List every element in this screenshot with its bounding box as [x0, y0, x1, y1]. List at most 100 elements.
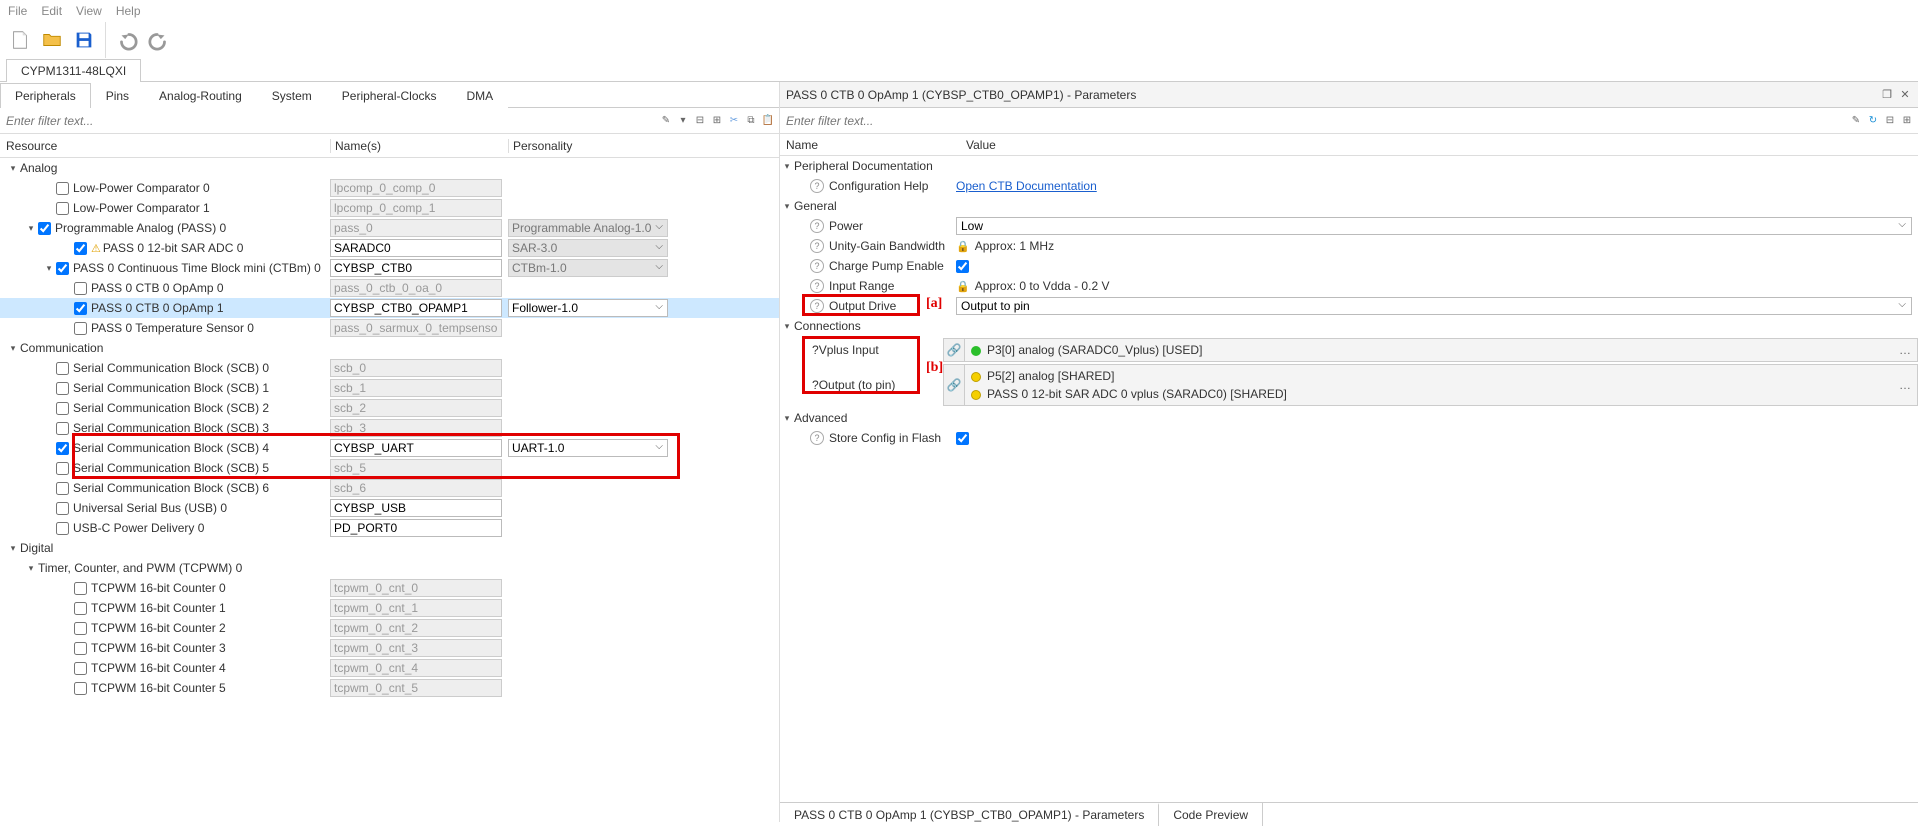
disclosure-icon[interactable]: ▾ — [42, 261, 56, 275]
tree-item[interactable]: Serial Communication Block (SCB) 3 — [0, 418, 779, 438]
paste-icon[interactable]: 📋 — [761, 114, 775, 128]
disclosure-icon[interactable]: ▾ — [24, 561, 38, 575]
tree-item[interactable]: PASS 0 Temperature Sensor 0 — [0, 318, 779, 338]
tab-analog-routing[interactable]: Analog-Routing — [144, 83, 257, 108]
enable-checkbox[interactable] — [74, 282, 87, 295]
clear-filter-icon[interactable]: ✎ — [659, 114, 673, 128]
clear-param-filter-icon[interactable]: ✎ — [1849, 114, 1863, 128]
tree-item[interactable]: Serial Communication Block (SCB) 5 — [0, 458, 779, 478]
tree-item[interactable]: Low-Power Comparator 0 — [0, 178, 779, 198]
bottom-tab-code-preview[interactable]: Code Preview — [1159, 803, 1263, 826]
param-filter-input[interactable] — [780, 110, 1845, 132]
tree-item[interactable]: Serial Communication Block (SCB) 2 — [0, 398, 779, 418]
tree-item[interactable]: TCPWM 16-bit Counter 3 — [0, 638, 779, 658]
tree-item[interactable]: TCPWM 16-bit Counter 4 — [0, 658, 779, 678]
resource-name-input[interactable] — [330, 439, 502, 457]
enable-checkbox[interactable] — [56, 402, 69, 415]
help-icon[interactable]: ? — [810, 179, 824, 193]
copy-icon[interactable]: ⧉ — [744, 114, 758, 128]
tree-item[interactable]: PASS 0 CTB 0 OpAmp 1 — [0, 298, 779, 318]
tree-item[interactable]: TCPWM 16-bit Counter 1 — [0, 598, 779, 618]
close-panel-icon[interactable]: ✕ — [1898, 88, 1912, 102]
tab-system[interactable]: System — [257, 83, 327, 108]
tree-item[interactable]: ▾Programmable Analog (PASS) 0 — [0, 218, 779, 238]
disclosure-icon[interactable]: ▾ — [6, 341, 20, 355]
connection-value[interactable]: P3[0] analog (SARADC0_Vplus) [USED]… — [965, 338, 1918, 362]
personality-select[interactable] — [508, 299, 668, 317]
param-group[interactable]: ▾Advanced — [780, 408, 1918, 428]
tree-group[interactable]: ▾Timer, Counter, and PWM (TCPWM) 0 — [0, 558, 779, 578]
more-icon[interactable]: … — [1899, 343, 1911, 357]
link-icon[interactable]: 🔗 — [947, 378, 962, 392]
tree-item[interactable]: Serial Communication Block (SCB) 0 — [0, 358, 779, 378]
open-folder-icon[interactable] — [38, 26, 66, 54]
enable-checkbox[interactable] — [74, 682, 87, 695]
enable-checkbox[interactable] — [56, 202, 69, 215]
doc-link[interactable]: Open CTB Documentation — [956, 179, 1097, 193]
param-group[interactable]: ▾General — [780, 196, 1918, 216]
help-icon[interactable]: ? — [810, 431, 824, 445]
disclosure-icon[interactable]: ▾ — [780, 413, 794, 424]
tree-item[interactable]: Serial Communication Block (SCB) 1 — [0, 378, 779, 398]
param-checkbox[interactable] — [956, 260, 969, 273]
tab-peripheral-clocks[interactable]: Peripheral-Clocks — [327, 83, 452, 108]
disclosure-icon[interactable]: ▾ — [780, 201, 794, 212]
help-icon[interactable]: ? — [812, 378, 819, 392]
enable-checkbox[interactable] — [56, 482, 69, 495]
param-checkbox[interactable] — [956, 432, 969, 445]
tree-item[interactable]: Serial Communication Block (SCB) 6 — [0, 478, 779, 498]
tree-group[interactable]: ▾Digital — [0, 538, 779, 558]
resource-filter-input[interactable] — [0, 110, 655, 132]
enable-checkbox[interactable] — [56, 462, 69, 475]
menu-help[interactable]: Help — [116, 4, 141, 18]
tree-item[interactable]: TCPWM 16-bit Counter 0 — [0, 578, 779, 598]
connection-value[interactable]: P5[2] analog [SHARED]PASS 0 12-bit SAR A… — [965, 364, 1918, 406]
resource-name-input[interactable] — [330, 259, 502, 277]
new-file-icon[interactable] — [6, 26, 34, 54]
restore-panel-icon[interactable]: ❐ — [1880, 88, 1894, 102]
param-select[interactable] — [956, 297, 1912, 315]
parameters-list[interactable]: ▾Peripheral Documentation?Configuration … — [780, 156, 1918, 822]
resource-name-input[interactable] — [330, 299, 502, 317]
param-group[interactable]: ▾Peripheral Documentation — [780, 156, 1918, 176]
help-icon[interactable]: ? — [812, 343, 819, 357]
tab-pins[interactable]: Pins — [91, 83, 144, 108]
tree-group[interactable]: ▾Analog — [0, 158, 779, 178]
tree-item[interactable]: TCPWM 16-bit Counter 5 — [0, 678, 779, 698]
enable-checkbox[interactable] — [56, 502, 69, 515]
disclosure-icon[interactable]: ▾ — [24, 221, 38, 235]
tree-item[interactable]: TCPWM 16-bit Counter 2 — [0, 618, 779, 638]
menu-file[interactable]: File — [8, 4, 27, 18]
more-icon[interactable]: … — [1899, 378, 1911, 392]
resource-tree[interactable]: ▾AnalogLow-Power Comparator 0Low-Power C… — [0, 158, 779, 822]
tree-item[interactable]: USB-C Power Delivery 0 — [0, 518, 779, 538]
enable-checkbox[interactable] — [56, 442, 69, 455]
enable-checkbox[interactable] — [56, 382, 69, 395]
enable-checkbox[interactable] — [56, 262, 69, 275]
disclosure-icon[interactable]: ▾ — [6, 541, 20, 555]
enable-checkbox[interactable] — [74, 242, 87, 255]
undo-icon[interactable] — [113, 26, 141, 54]
expand-icon[interactable]: ⊞ — [710, 114, 724, 128]
param-select[interactable] — [956, 217, 1912, 235]
disclosure-icon[interactable]: ▾ — [780, 321, 794, 332]
param-group[interactable]: ▾Connections — [780, 316, 1918, 336]
enable-checkbox[interactable] — [74, 582, 87, 595]
expand-params-icon[interactable]: ⊞ — [1900, 114, 1914, 128]
help-icon[interactable]: ? — [810, 279, 824, 293]
enable-checkbox[interactable] — [38, 222, 51, 235]
menu-view[interactable]: View — [76, 4, 102, 18]
enable-checkbox[interactable] — [74, 602, 87, 615]
tree-item[interactable]: ⚠PASS 0 12-bit SAR ADC 0 — [0, 238, 779, 258]
tree-item[interactable]: ▾PASS 0 Continuous Time Block mini (CTBm… — [0, 258, 779, 278]
disclosure-icon[interactable]: ▾ — [6, 161, 20, 175]
link-icon[interactable]: 🔗 — [947, 343, 962, 357]
cut-icon[interactable]: ✂ — [727, 114, 741, 128]
resource-name-input[interactable] — [330, 239, 502, 257]
collapse-icon[interactable]: ⊟ — [693, 114, 707, 128]
tree-group[interactable]: ▾Communication — [0, 338, 779, 358]
save-icon[interactable] — [70, 26, 98, 54]
help-icon[interactable]: ? — [810, 259, 824, 273]
collapse-params-icon[interactable]: ⊟ — [1883, 114, 1897, 128]
enable-checkbox[interactable] — [74, 322, 87, 335]
